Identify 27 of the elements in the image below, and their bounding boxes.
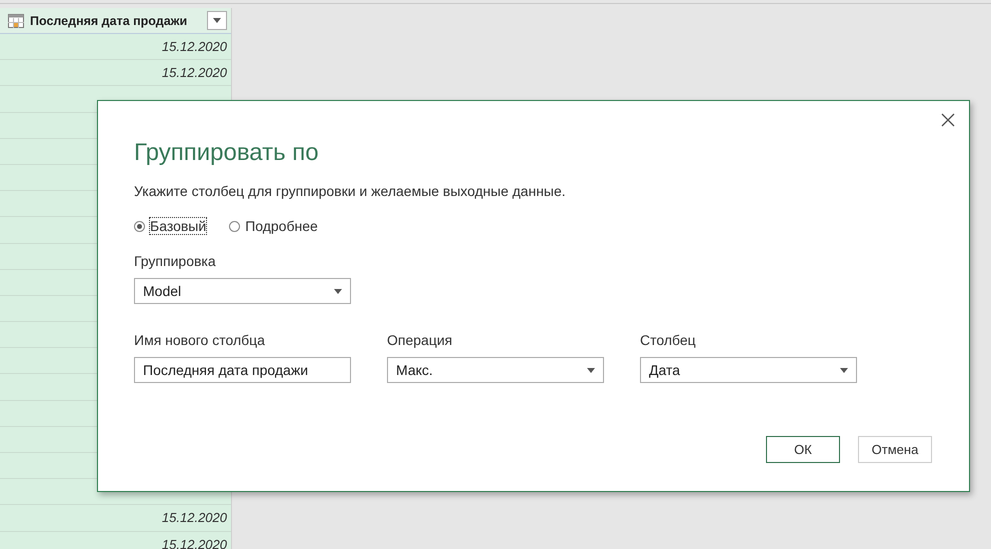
filter-dropdown-button[interactable] [207,11,227,30]
caret-icon [334,288,342,294]
table-cell: 15.12.2020 [0,60,231,86]
dropdown[interactable]: Дата [640,357,857,383]
field-label: Столбец [640,332,697,348]
field-label: Группировка [134,253,217,269]
field-label: Операция [387,332,454,348]
ok-button[interactable]: ОК [766,436,840,463]
field-label: Имя нового столбца [134,332,266,348]
caret-icon [587,368,595,372]
table-cell: 15.12.2020 [0,505,231,532]
column-header[interactable]: Последняя дата продажи [0,8,231,34]
radio-option[interactable]: Подробнее [229,217,319,235]
dropdown[interactable]: Model [134,278,351,304]
dropdown[interactable]: Макс. [387,357,604,383]
column-title: Последняя дата продажи [30,14,188,28]
cancel-button[interactable]: Отмена [858,436,932,463]
table-icon [8,14,24,28]
table-cell: 15.12.2020 [0,532,231,549]
caret-icon [213,18,221,23]
close-button[interactable] [939,111,957,129]
close-icon [941,113,955,127]
table-cell: 15.12.2020 [0,34,231,60]
dialog-title: Группировать по [134,139,320,167]
caret-icon [840,368,848,372]
description-text: Укажите столбец для группировки и желаемые выходные данные. [134,183,567,199]
text-field[interactable]: Последняя дата продажи [134,357,351,383]
